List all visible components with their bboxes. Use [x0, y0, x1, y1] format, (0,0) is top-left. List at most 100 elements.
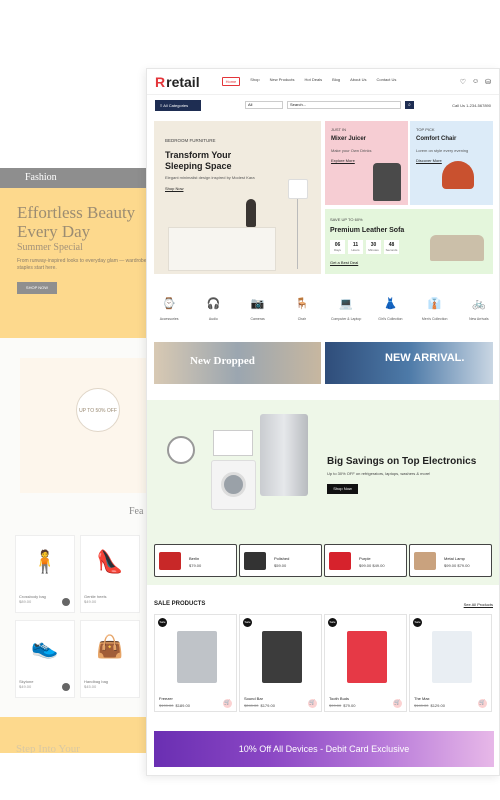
- category-girls[interactable]: 👗 Girl's Collection: [370, 297, 410, 327]
- hero-desc: Elegant minimalist design inspired by Mo…: [165, 175, 255, 180]
- fashion-product-card[interactable]: 🧍 Crossbody bag $89.00: [15, 535, 75, 613]
- mini-product-card[interactable]: Purple $99.00 $49.00: [324, 544, 407, 577]
- category-accessories[interactable]: ⌚ Accessories: [149, 297, 189, 327]
- headphones-icon: 🎧: [206, 298, 221, 310]
- category-chair[interactable]: 🪑 Chair: [282, 297, 322, 327]
- category-audio[interactable]: 🎧 Audio: [193, 297, 233, 327]
- category-new-arrivals[interactable]: 🚲 New Arrivals: [459, 297, 499, 327]
- retail-template-preview: R retail Home Shop New Products Hot Deal…: [146, 68, 500, 776]
- nav-about[interactable]: About Us: [350, 77, 366, 86]
- cart-icon[interactable]: 🛒: [223, 699, 232, 708]
- see-all-products-link[interactable]: See All Products: [464, 602, 493, 607]
- sale-badge: Sale: [328, 618, 337, 627]
- new-dropped-banner[interactable]: New Dropped: [154, 342, 321, 384]
- category-mens[interactable]: 👔 Men's Collection: [415, 297, 455, 327]
- shirt-icon: 👔: [427, 298, 442, 310]
- logo-text: retail: [166, 73, 200, 90]
- product-image: [347, 631, 387, 683]
- hero-shop-now-link[interactable]: Shop Now: [165, 186, 183, 191]
- timer-label: Seconds: [385, 248, 398, 252]
- product-image: [177, 631, 217, 683]
- fashion-offer-badge: UP TO 50% OFF: [76, 388, 120, 432]
- mini-product-card[interactable]: Berlin $79.00: [154, 544, 237, 577]
- product-image: [244, 552, 266, 570]
- tile-link[interactable]: Discover More: [416, 158, 442, 163]
- bag-icon[interactable]: ⛁: [485, 78, 491, 86]
- call-info: Call Us 1-234-567890: [452, 102, 491, 108]
- product-price: $199.00 $189.00: [159, 703, 190, 708]
- old-price: $149.00: [414, 703, 429, 708]
- cart-icon[interactable]: 🛒: [308, 699, 317, 708]
- tile-link[interactable]: Explore More: [331, 158, 355, 163]
- nav-blog[interactable]: Blog: [332, 77, 340, 86]
- category-label: Chair: [297, 317, 307, 321]
- product-price: $249.00 $179.00: [244, 703, 275, 708]
- category-label: Girl's Collection: [378, 317, 403, 321]
- category-select[interactable]: All: [245, 101, 283, 109]
- sale-product-card[interactable]: Sale Tooth Buds $99.00 $79.00 🛒: [324, 614, 407, 712]
- cart-icon[interactable]: [62, 683, 70, 691]
- cart-icon[interactable]: 🛒: [393, 699, 402, 708]
- fashion-shop-now-button[interactable]: SHOP NOW: [17, 282, 57, 294]
- product-name: Tooth Buds: [329, 696, 350, 701]
- nav-contact[interactable]: Contact Us: [377, 77, 397, 86]
- user-icon[interactable]: ☺: [472, 78, 479, 86]
- mixer-image: [373, 163, 401, 201]
- hero-kicker: BEDROOM FURNITURE: [165, 138, 216, 143]
- logo-mark-icon: R: [155, 73, 166, 90]
- mini-product-card[interactable]: Polished $59.00: [239, 544, 322, 577]
- sale-product-card[interactable]: Sale Freezer $199.00 $189.00 🛒: [154, 614, 237, 712]
- cart-icon[interactable]: 🛒: [478, 699, 487, 708]
- new-price: $189.00: [175, 703, 190, 708]
- sale-badge: Sale: [158, 618, 167, 627]
- nav-hot-deals[interactable]: Hot Deals: [305, 77, 323, 86]
- fashion-hero-subtitle: Summer Special: [17, 242, 83, 253]
- heart-icon[interactable]: ♡: [460, 78, 466, 86]
- category-label: Accessories: [159, 317, 179, 321]
- category-row: ⌚ Accessories 🎧 Audio 📷 Cameras 🪑 Chair 💻 Com…: [147, 297, 499, 327]
- fashion-featured-heading: Fea: [129, 506, 144, 517]
- sofa-deal-tile[interactable]: SAVE UP TO 60% Premium Leather Sofa 06 Da…: [325, 209, 493, 274]
- electronics-shop-now-button[interactable]: Shop Now: [327, 484, 358, 494]
- product-price: $149.00 $129.00: [414, 703, 445, 708]
- nav-home[interactable]: Home: [221, 77, 241, 86]
- fashion-product-card[interactable]: 👟 Skytone $49.00: [15, 620, 75, 698]
- cart-icon[interactable]: [62, 598, 70, 606]
- sale-product-card[interactable]: Sale Sound Bar $249.00 $179.00 🛒: [239, 614, 322, 712]
- retail-logo[interactable]: R retail: [155, 74, 200, 90]
- electronics-desc: Up to 30% OFF on refrigerators, laptops,…: [327, 471, 431, 476]
- fashion-template-preview: Fashion Effortless Beauty Every Day Summ…: [0, 168, 148, 753]
- nav-shop[interactable]: Shop: [250, 77, 259, 86]
- product-price: $49.00: [84, 599, 97, 604]
- product-image: [262, 631, 302, 683]
- tile-kicker: JUST IN: [331, 127, 347, 132]
- category-computer[interactable]: 💻 Computer & Laptop: [326, 297, 366, 327]
- fashion-product-card[interactable]: 👜 Handbag bag $45.00: [80, 620, 140, 698]
- old-price: $199.00: [159, 703, 174, 708]
- hero-banner[interactable]: BEDROOM FURNITURE Transform Your Sleepin…: [154, 121, 321, 274]
- timer-hours: 11 Hours: [348, 240, 363, 254]
- watch-icon: ⌚: [162, 298, 176, 310]
- category-label: Computer & Laptop: [330, 317, 362, 321]
- nav-new-products[interactable]: New Products: [270, 77, 295, 86]
- new-price: $129.00: [430, 703, 445, 708]
- old-price: $249.00: [244, 703, 259, 708]
- mini-product-card[interactable]: Metal Lamp $99.00 $79.00: [409, 544, 492, 577]
- search-icon[interactable]: ⌕: [405, 101, 414, 109]
- chair-image: [442, 161, 474, 189]
- debit-card-offer-banner[interactable]: 10% Off All Devices - Debit Card Exclusi…: [154, 731, 494, 767]
- sale-product-card[interactable]: Sale The Max $149.00 $129.00 🛒: [409, 614, 492, 712]
- sale-heading: SALE PRODUCTS: [154, 601, 206, 607]
- all-categories-button[interactable]: ≡ All Categories: [155, 99, 201, 111]
- search-input[interactable]: Search...: [287, 101, 401, 109]
- fashion-product-card[interactable]: 👠 Gentle heels $49.00: [80, 535, 140, 613]
- sofa-deal-link[interactable]: Get a Best Deal: [330, 260, 358, 265]
- mixer-juicer-tile[interactable]: JUST IN Mixer Juicer Make your Own Drink…: [325, 121, 408, 205]
- product-image: [432, 631, 472, 683]
- fridge-image: [260, 414, 308, 496]
- comfort-chair-tile[interactable]: TOP PICK Comfort Chair Lorem on style ev…: [410, 121, 493, 205]
- category-cameras[interactable]: 📷 Cameras: [238, 297, 278, 327]
- new-arrival-banner[interactable]: NEW ARRIVAL.: [325, 342, 493, 384]
- product-price: $99.00 $79.00: [329, 703, 355, 708]
- tile-title: Comfort Chair: [416, 136, 457, 142]
